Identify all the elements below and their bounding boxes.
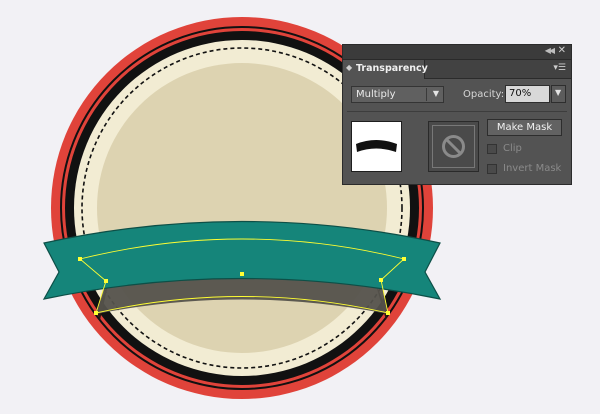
- anchor-point[interactable]: [402, 257, 406, 261]
- dropdown-separator: [426, 88, 427, 101]
- anchor-point[interactable]: [78, 257, 82, 261]
- invert-mask-label: Invert Mask: [503, 163, 562, 174]
- diamond-icon: ◆: [346, 63, 353, 72]
- double-chevron-icon[interactable]: ◀◀: [545, 46, 555, 55]
- blend-mode-dropdown[interactable]: Multiply ▼: [351, 86, 444, 103]
- panel-tabbar: ◆ Transparency ▾☰: [343, 60, 571, 79]
- chevron-down-icon: ▼: [555, 88, 562, 97]
- center-point[interactable]: [240, 272, 244, 276]
- no-symbol-icon: [442, 135, 465, 158]
- close-icon[interactable]: ✕: [558, 45, 566, 56]
- mask-thumbnail[interactable]: [428, 121, 479, 172]
- anchor-point[interactable]: [94, 311, 98, 315]
- chevron-down-icon[interactable]: ▼: [433, 89, 439, 98]
- panel-divider: [347, 111, 567, 112]
- anchor-point[interactable]: [379, 278, 383, 282]
- anchor-point[interactable]: [104, 279, 108, 283]
- clip-checkbox[interactable]: [487, 144, 497, 154]
- panel-titlebar[interactable]: ◀◀ ✕: [343, 45, 571, 60]
- transparency-panel[interactable]: ◀◀ ✕ ◆ Transparency ▾☰ Multiply ▼ Opacit…: [342, 44, 572, 185]
- opacity-label: Opacity:: [463, 89, 505, 100]
- opacity-dropdown-button[interactable]: ▼: [551, 85, 566, 103]
- artwork-thumbnail[interactable]: [351, 121, 402, 172]
- make-mask-button[interactable]: Make Mask: [487, 119, 562, 136]
- clip-label: Clip: [503, 143, 522, 154]
- opacity-input[interactable]: 70%: [505, 85, 550, 103]
- invert-mask-checkbox[interactable]: [487, 164, 497, 174]
- anchor-point[interactable]: [386, 311, 390, 315]
- tab-label: Transparency: [356, 63, 428, 74]
- tab-transparency[interactable]: ◆ Transparency: [343, 60, 428, 79]
- ribbon-thumbnail-icon: [356, 140, 397, 152]
- panel-menu-icon[interactable]: ▾☰: [553, 63, 566, 73]
- blend-mode-value: Multiply: [356, 89, 396, 100]
